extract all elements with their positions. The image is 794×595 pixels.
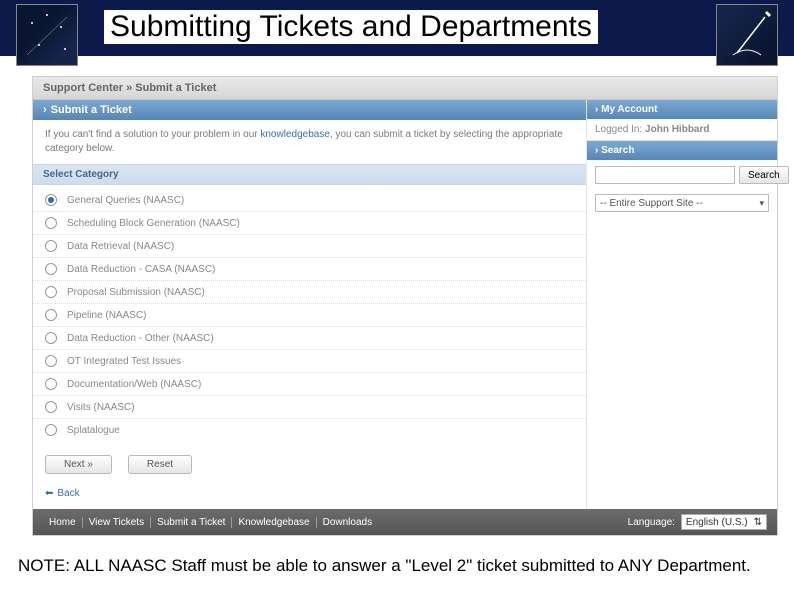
radio-icon[interactable]: [45, 263, 57, 275]
sidebar: › My Account Logged In: John Hibbard › S…: [587, 100, 777, 509]
main-column: › Submit a Ticket If you can't find a sol…: [33, 100, 587, 509]
language-selected: English (U.S.): [686, 517, 748, 528]
category-label: Data Retrieval (NAASC): [67, 241, 174, 252]
footer-link[interactable]: Knowledgebase: [232, 517, 316, 528]
radio-icon[interactable]: [45, 309, 57, 321]
category-label: Proposal Submission (NAASC): [67, 287, 205, 298]
next-button[interactable]: Next »: [45, 455, 112, 474]
footer-links: HomeView TicketsSubmit a TicketKnowledge…: [43, 517, 378, 528]
category-label: General Queries (NAASC): [67, 195, 184, 206]
footer-link[interactable]: Submit a Ticket: [151, 517, 232, 528]
search-header[interactable]: › Search: [587, 141, 777, 160]
category-radio-row[interactable]: Scheduling Block Generation (NAASC): [33, 212, 586, 235]
button-row: Next » Reset: [33, 445, 586, 484]
radio-icon[interactable]: [45, 194, 57, 206]
category-radio-row[interactable]: Splatalogue: [33, 419, 586, 441]
logo-left: [16, 4, 78, 66]
radio-icon[interactable]: [45, 424, 57, 436]
chevron-right-icon: ›: [43, 104, 47, 116]
language-select[interactable]: English (U.S.) ⇅: [681, 514, 767, 530]
radio-icon[interactable]: [45, 332, 57, 344]
intro-pre: If you can't find a solution to your pro…: [45, 129, 260, 140]
logo-right: [716, 4, 778, 66]
user-name: John Hibbard: [645, 124, 709, 135]
category-label: OT Integrated Test Issues: [67, 356, 181, 367]
back-label: Back: [57, 488, 79, 499]
select-category-label: Select Category: [33, 164, 586, 185]
category-label: Documentation/Web (NAASC): [67, 379, 201, 390]
intro-text: If you can't find a solution to your pro…: [33, 120, 586, 164]
radio-icon[interactable]: [45, 240, 57, 252]
knowledgebase-link[interactable]: knowledgebase: [260, 129, 330, 140]
search-input[interactable]: [595, 166, 735, 184]
app-window: Support Center » Submit a Ticket › Submit…: [32, 76, 778, 536]
back-arrow-icon: ⬅: [45, 488, 53, 499]
chevron-down-icon: ▾: [759, 198, 764, 209]
slide-note: NOTE: ALL NAASC Staff must be able to an…: [18, 555, 758, 577]
category-radio-row[interactable]: Data Reduction - Other (NAASC): [33, 327, 586, 350]
page-title: Submitting Tickets and Departments: [104, 10, 598, 44]
search-row: Search: [587, 160, 777, 190]
radio-icon[interactable]: [45, 286, 57, 298]
footer-link[interactable]: Home: [43, 517, 83, 528]
logged-in-label: Logged In:: [595, 124, 645, 135]
chevron-up-down-icon: ⇅: [754, 517, 762, 528]
reset-button[interactable]: Reset: [128, 455, 192, 474]
category-radio-row[interactable]: Proposal Submission (NAASC): [33, 281, 586, 304]
category-radio-row[interactable]: Documentation/Web (NAASC): [33, 373, 586, 396]
back-link[interactable]: ⬅ Back: [33, 484, 586, 509]
language-label: Language:: [628, 517, 675, 528]
category-radio-row[interactable]: Visits (NAASC): [33, 396, 586, 419]
footer-bar: HomeView TicketsSubmit a TicketKnowledge…: [33, 509, 777, 535]
category-radio-row[interactable]: Data Retrieval (NAASC): [33, 235, 586, 258]
language-box: Language: English (U.S.) ⇅: [628, 514, 767, 530]
category-label: Visits (NAASC): [67, 402, 135, 413]
main-panel-header: › Submit a Ticket: [33, 100, 586, 120]
category-radio-row[interactable]: Data Reduction - CASA (NAASC): [33, 258, 586, 281]
category-radio-row[interactable]: Pipeline (NAASC): [33, 304, 586, 327]
category-label: Data Reduction - Other (NAASC): [67, 333, 214, 344]
main-panel-title: Submit a Ticket: [51, 104, 132, 116]
breadcrumb: Support Center » Submit a Ticket: [33, 77, 777, 100]
footer-link[interactable]: Downloads: [317, 517, 378, 528]
category-list: General Queries (NAASC) Scheduling Block …: [33, 185, 586, 445]
radio-icon[interactable]: [45, 401, 57, 413]
content-row: › Submit a Ticket If you can't find a sol…: [33, 100, 777, 509]
category-label: Data Reduction - CASA (NAASC): [67, 264, 215, 275]
scope-selected: -- Entire Support Site --: [600, 198, 703, 209]
search-button[interactable]: Search: [739, 166, 789, 184]
radio-icon[interactable]: [45, 378, 57, 390]
footer-link[interactable]: View Tickets: [83, 517, 151, 528]
category-radio-row[interactable]: General Queries (NAASC): [33, 189, 586, 212]
category-radio-row[interactable]: OT Integrated Test Issues: [33, 350, 586, 373]
my-account-header[interactable]: › My Account: [587, 100, 777, 119]
category-label: Splatalogue: [67, 425, 120, 436]
logged-in-row: Logged In: John Hibbard: [587, 119, 777, 141]
scope-select[interactable]: -- Entire Support Site -- ▾: [595, 194, 769, 212]
radio-icon[interactable]: [45, 217, 57, 229]
radio-icon[interactable]: [45, 355, 57, 367]
category-label: Scheduling Block Generation (NAASC): [67, 218, 240, 229]
category-label: Pipeline (NAASC): [67, 310, 146, 321]
